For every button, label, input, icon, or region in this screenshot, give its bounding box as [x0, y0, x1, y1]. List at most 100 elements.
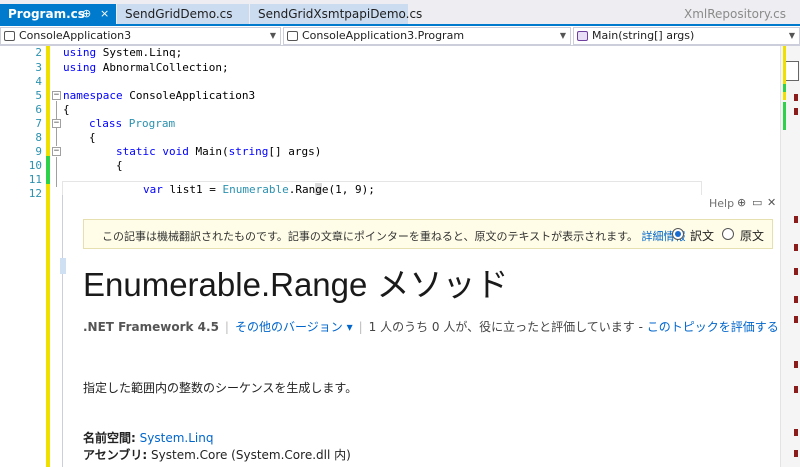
framework-version: .NET Framework 4.5	[83, 320, 219, 334]
code-text: ConsoleApplication3	[122, 89, 256, 102]
namespace-label: 名前空間:	[83, 431, 136, 445]
tab-label: SendGridXsmtpapiDemo.cs	[258, 7, 423, 21]
line-number: 5	[35, 89, 42, 102]
keyword: class	[89, 117, 123, 130]
change-marker	[783, 102, 786, 130]
outline-guide	[56, 129, 57, 146]
error-marker	[794, 361, 798, 368]
code-line-10: {	[116, 159, 123, 172]
line-number: 4	[35, 75, 42, 88]
code-text: Main(	[188, 145, 229, 158]
tab-sendgridxsmtpapidemo-cs[interactable]: SendGridXsmtpapiDemo.cs	[250, 4, 422, 24]
rating-text: 1 人のうち 0 人が、役に立ったと評価しています -	[368, 320, 643, 334]
vertical-scrollbar[interactable]	[780, 46, 800, 467]
line-number: 8	[35, 131, 42, 144]
keyword: using	[63, 61, 97, 74]
expand-toc-icon[interactable]	[60, 258, 66, 274]
tab-sendgriddemo-cs[interactable]: SendGridDemo.cs	[117, 4, 249, 24]
outline-guide	[56, 157, 57, 187]
type-dropdown[interactable]: ConsoleApplication3.Program ▼	[283, 27, 571, 45]
keyword: using	[63, 46, 97, 59]
namespace-link[interactable]: System.Linq	[140, 431, 214, 445]
collapse-class-icon[interactable]: −	[52, 119, 61, 128]
document-tab-strip: Program.cs ⊕ × SendGridDemo.cs SendGridX…	[0, 0, 800, 24]
member-dropdown[interactable]: Main(string[] args) ▼	[573, 27, 800, 45]
line-number: 11	[28, 173, 42, 186]
keyword: namespace	[63, 89, 123, 102]
change-marker	[783, 46, 786, 84]
change-marker	[783, 84, 786, 92]
error-marker	[794, 296, 798, 303]
method-icon	[577, 31, 588, 41]
divider: |	[358, 320, 363, 334]
line-number: 6	[35, 103, 42, 116]
error-marker	[794, 244, 798, 251]
divider: |	[224, 320, 229, 334]
tab-xmlrepository-cs[interactable]: XmlRepository.cs	[676, 4, 794, 24]
scroll-thumb[interactable]	[784, 61, 799, 81]
line-number: 2	[35, 46, 42, 59]
method-description: 指定した範囲内の整数のシーケンスを生成します。	[83, 381, 358, 395]
radio-original[interactable]	[722, 228, 734, 240]
pin-icon[interactable]: ⊕	[737, 196, 746, 209]
close-icon[interactable]: ✕	[767, 196, 776, 209]
error-marker	[794, 94, 798, 101]
collapse-namespace-icon[interactable]: −	[52, 91, 61, 100]
radio-translated[interactable]	[672, 228, 684, 240]
assembly-row: アセンブリ: System.Core (System.Core.dll 内)	[83, 446, 351, 463]
project-icon	[4, 31, 15, 41]
saved-changes-bar	[46, 156, 50, 184]
machine-translation-notice: この記事は機械翻訳されたものです。記事の文章にポインターを重ねると、原文のテキス…	[83, 219, 773, 249]
help-viewer-window[interactable]: Help ⊕ ▭ ✕ この記事は機械翻訳されたものです。記事の文章にポインターを…	[60, 195, 781, 467]
code-line-6: {	[63, 103, 70, 116]
tab-label: Program.cs	[8, 7, 85, 21]
line-number: 10	[28, 159, 42, 172]
collapse-method-icon[interactable]: −	[52, 147, 61, 156]
pin-icon[interactable]: ⊕	[82, 4, 91, 24]
tab-program-cs[interactable]: Program.cs ⊕ ×	[0, 4, 116, 24]
error-marker	[794, 386, 798, 393]
chevron-down-icon: ▼	[269, 31, 276, 40]
assembly-label: アセンブリ:	[83, 448, 148, 462]
code-line-3: using AbnormalCollection;	[63, 61, 229, 74]
code-line-7: class Program	[89, 117, 175, 130]
line-number: 9	[35, 145, 42, 158]
radio-translated-label: 訳文	[690, 229, 715, 243]
help-title-bar: Help ⊕ ▭ ✕	[63, 195, 781, 214]
line-number: 12	[28, 187, 42, 200]
namespace-row: 名前空間: System.Linq	[83, 429, 213, 446]
changed-lines-bar	[46, 46, 50, 156]
project-dropdown[interactable]: ConsoleApplication3 ▼	[0, 27, 281, 45]
keyword: static	[116, 145, 156, 158]
chevron-down-icon: ▼	[559, 31, 566, 40]
tab-label: XmlRepository.cs	[683, 7, 786, 21]
code-line-8: {	[89, 131, 96, 144]
radio-original-label: 原文	[740, 229, 765, 243]
code-text: [] args)	[268, 145, 322, 158]
other-versions-dropdown[interactable]: その他のバージョン	[235, 320, 343, 334]
code-line-9: static void Main(string[] args)	[116, 145, 321, 158]
class-icon	[287, 31, 298, 41]
close-icon[interactable]: ×	[100, 4, 109, 24]
error-marker	[794, 316, 798, 323]
code-text: AbnormalCollection;	[96, 61, 229, 74]
notice-message: この記事は機械翻訳されたものです。記事の文章にポインターを重ねると、原文のテキス…	[102, 230, 639, 243]
type-dropdown-value: ConsoleApplication3.Program	[302, 29, 465, 42]
chevron-down-icon[interactable]: ▾	[347, 320, 353, 334]
error-marker	[794, 268, 798, 275]
error-marker	[794, 108, 798, 115]
assembly-value: System.Core (System.Core.dll 内)	[151, 448, 351, 462]
line-number: 3	[35, 61, 42, 74]
project-dropdown-value: ConsoleApplication3	[19, 29, 132, 42]
dock-icon[interactable]: ▭	[752, 196, 762, 209]
code-text: System.Linq;	[96, 46, 183, 59]
keyword: void	[162, 145, 189, 158]
changed-lines-bar	[46, 184, 50, 467]
error-marker	[794, 429, 798, 436]
error-marker	[794, 216, 798, 223]
rate-topic-link[interactable]: このトピックを評価する	[647, 320, 779, 334]
help-title: Help	[709, 197, 735, 210]
member-dropdown-value: Main(string[] args)	[592, 29, 695, 42]
help-content: この記事は機械翻訳されたものです。記事の文章にポインターを重ねると、原文のテキス…	[60, 214, 781, 467]
page-title: Enumerable.Range メソッド	[83, 266, 509, 303]
